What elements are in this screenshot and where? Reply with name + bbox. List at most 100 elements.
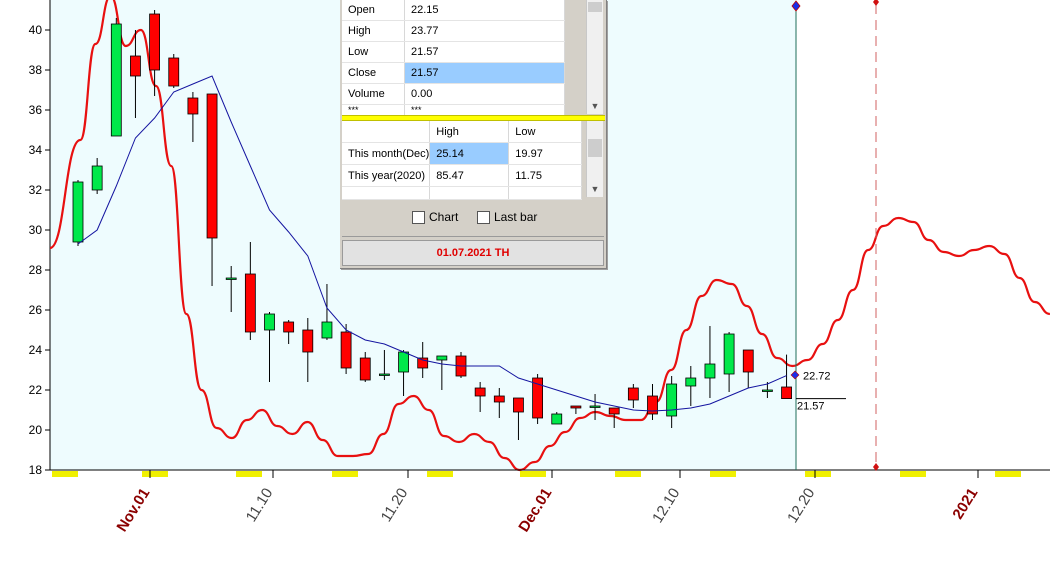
ohlc-label: Volume: [342, 83, 405, 105]
ohlc-label: High: [342, 20, 405, 42]
candle-body: [551, 413, 563, 425]
empty-cell: [342, 186, 431, 200]
last-value-labels: 22.72 21.57: [796, 371, 846, 413]
candle-body: [378, 373, 390, 376]
ohlc-value: 23.77: [404, 20, 565, 42]
candle-body: [762, 389, 773, 392]
period-row-empty: [342, 186, 583, 200]
scroll-down-icon[interactable]: ▼: [587, 183, 603, 195]
period-label: This year(2020): [342, 164, 431, 187]
checkbox-icon[interactable]: [412, 210, 425, 224]
ohlc-value: 22.15: [404, 0, 565, 21]
candle-body: [723, 333, 735, 375]
candle-body: [513, 397, 524, 413]
y-tick-label: 30: [29, 223, 43, 237]
ohlc-row-volume: Volume 0.00: [342, 83, 565, 105]
week-marker: [995, 471, 1021, 477]
week-marker: [427, 471, 453, 477]
last-close-label: 21.57: [797, 401, 825, 413]
y-axis: 18 20 22 24 26 28 30 32 34 36 38 40: [29, 0, 51, 477]
empty-cell: [429, 186, 510, 200]
scroll-down-icon[interactable]: ▼: [587, 100, 603, 112]
ohlc-row-close: Close 21.57: [342, 62, 565, 84]
candle-body: [436, 355, 448, 361]
week-marker: [615, 471, 641, 477]
ohlc-label: ***: [342, 104, 405, 116]
checkbox-row: Chart Last bar: [340, 204, 606, 232]
candle-body: [283, 321, 295, 333]
x-tick-label: Dec.01: [515, 485, 555, 535]
week-marker: [710, 471, 736, 477]
candle-body: [321, 321, 333, 339]
candle-body: [685, 377, 697, 387]
period-low: 19.97: [508, 142, 583, 165]
y-tick-label: 40: [29, 23, 43, 37]
empty-cell: [508, 186, 583, 200]
candle-body: [608, 407, 620, 415]
ohlc-label: Low: [342, 41, 405, 63]
week-marker: [805, 471, 831, 477]
period-scrollbar[interactable]: ▼: [586, 121, 603, 197]
period-row-month: This month(Dec) 25.14 19.97: [342, 142, 583, 165]
period-header-low: Low: [508, 121, 583, 143]
checkbox-icon[interactable]: [477, 210, 490, 224]
ohlc-row-low: Low 21.57: [342, 41, 565, 63]
date-display: 01.07.2021 TH: [342, 240, 604, 266]
week-marker: [332, 471, 358, 477]
candle-body: [244, 273, 256, 333]
ohlc-label: Open: [342, 0, 405, 21]
week-marker: [520, 471, 546, 477]
y-tick-label: 36: [29, 103, 43, 117]
y-tick-label: 38: [29, 63, 43, 77]
period-table: High Low This month(Dec) 25.14 19.97 Thi…: [342, 121, 583, 200]
period-header-blank: [342, 121, 431, 143]
chart-checkbox[interactable]: Chart: [412, 210, 458, 224]
candle-body: [206, 93, 218, 239]
last-bar-checkbox-label: Last bar: [494, 210, 538, 224]
y-tick-label: 22: [29, 383, 43, 397]
forecast-top-marker-icon: [873, 0, 879, 6]
ohlc-row-extra: *** ***: [342, 104, 565, 116]
week-marker: [142, 471, 168, 477]
candle-body: [627, 387, 639, 401]
y-tick-label: 26: [29, 303, 43, 317]
candle-body: [130, 55, 141, 77]
candle-body: [187, 97, 199, 115]
ohlc-value: 0.00: [404, 83, 565, 105]
week-marker: [236, 471, 262, 477]
candle-body: [340, 331, 352, 369]
period-row-year: This year(2020) 85.47 11.75: [342, 164, 583, 187]
scroll-thumb[interactable]: [588, 139, 602, 157]
candle-body: [359, 357, 371, 381]
candle-body: [781, 386, 792, 400]
period-high[interactable]: 25.14: [429, 142, 510, 165]
candle-body: [110, 23, 122, 137]
candle-body: [168, 57, 180, 87]
candle-body: [72, 181, 84, 243]
candle-body: [91, 165, 103, 191]
candle-body: [589, 405, 601, 408]
ohlc-row-high: High 23.77: [342, 20, 565, 42]
ohlc-value[interactable]: 21.57: [404, 62, 565, 84]
ma-value-label: 22.72: [803, 371, 831, 383]
ohlc-value: 21.57: [404, 41, 565, 63]
period-header-high: High: [429, 121, 510, 143]
scroll-thumb[interactable]: [588, 2, 602, 12]
x-tick-label: 11.20: [378, 485, 412, 525]
x-axis-labels: Nov.01 11.10 11.20 Dec.01 12.10 12.20 2021: [113, 470, 981, 535]
y-tick-label: 34: [29, 143, 43, 157]
y-tick-label: 32: [29, 183, 43, 197]
ohlc-scrollbar[interactable]: ▼: [586, 0, 603, 114]
candle-body: [474, 387, 486, 397]
candle-body: [666, 383, 678, 417]
period-label: This month(Dec): [342, 142, 431, 165]
y-tick-label: 18: [29, 463, 43, 477]
period-high: 85.47: [429, 164, 510, 187]
week-marker: [900, 471, 926, 477]
x-tick-label: 12.20: [784, 485, 818, 526]
x-tick-label: 2021: [949, 485, 981, 522]
candle-body: [225, 277, 237, 280]
last-bar-checkbox[interactable]: Last bar: [477, 210, 537, 224]
candle-body: [302, 329, 314, 353]
info-panel: Open 22.15 High 23.77 Low 21.57 Close 21…: [340, 0, 607, 269]
